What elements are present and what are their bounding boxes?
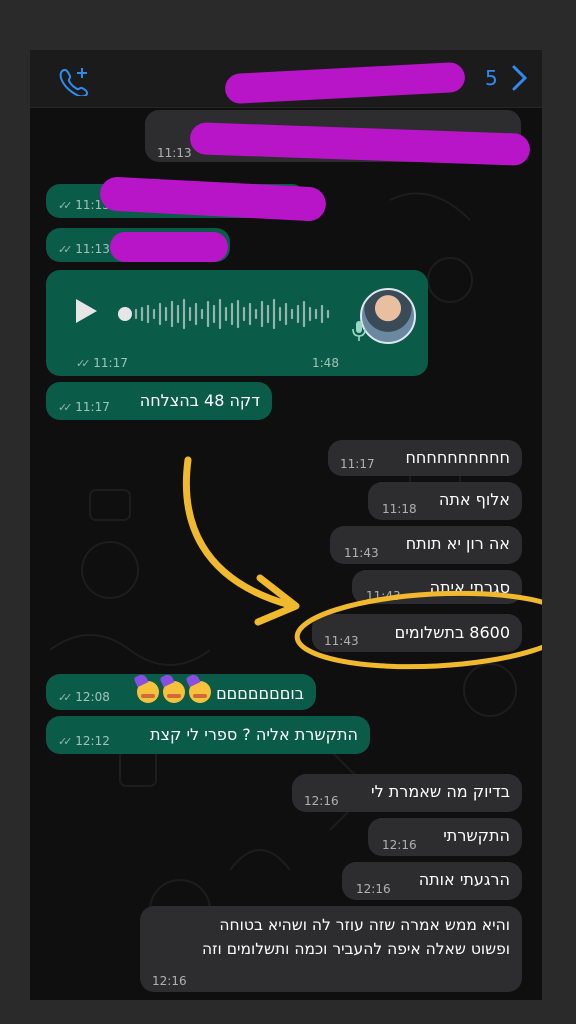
chat-screen: 5 11:13 ✓✓ 11:13 ✓✓ 11:13 1:48 ✓✓ 11:17 … — [30, 50, 542, 1000]
annotation-overlay — [182, 456, 542, 670]
